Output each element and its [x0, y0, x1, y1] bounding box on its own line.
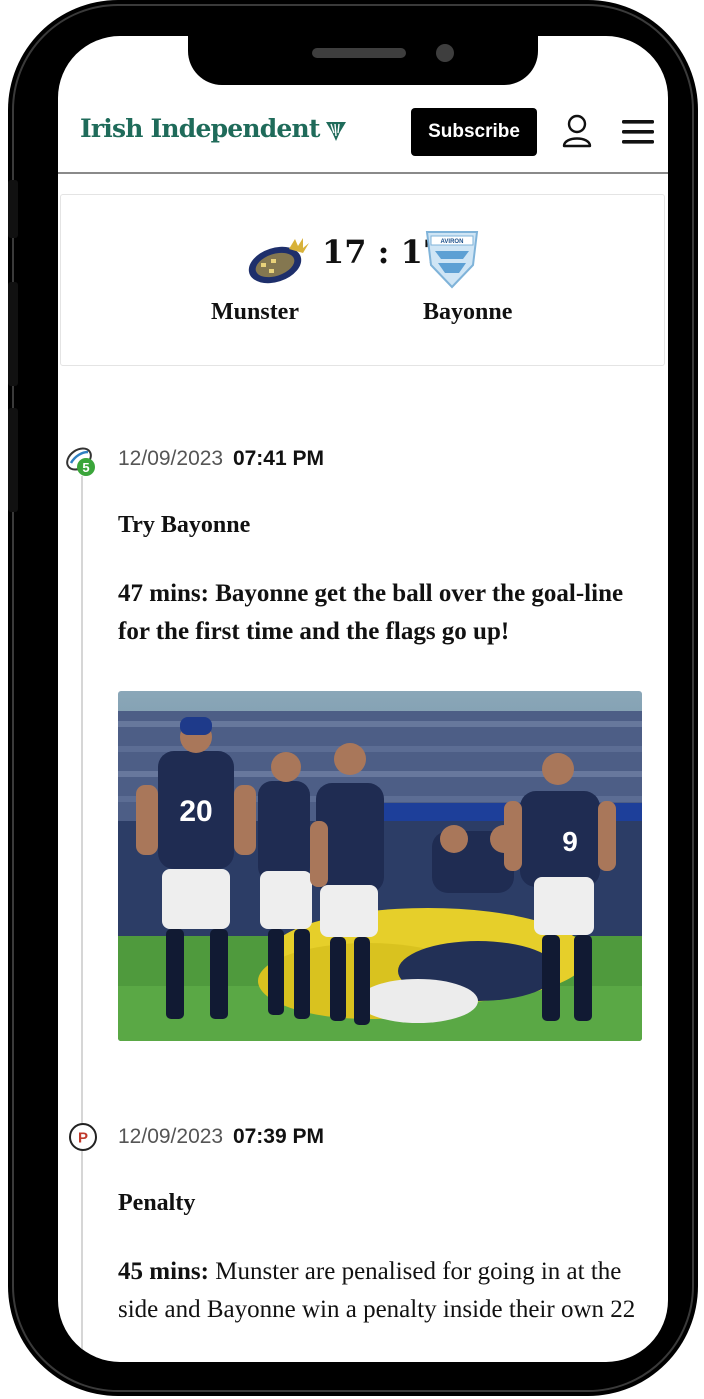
notch [188, 36, 538, 85]
speaker [312, 48, 406, 58]
match-scorecard[interactable]: 17 : 17 AVIRON Munster Bayonne [60, 194, 665, 366]
post-body: 47 mins: Bayonne get the ball over the g… [118, 580, 624, 645]
screen: Irish Independent Subscribe 17: 17 AVIR… [58, 36, 668, 1362]
try-badge-text: 5 [82, 460, 89, 475]
try-icon: 5 [66, 447, 95, 476]
post-meta: 12/09/2023 07:41 PM [118, 444, 648, 474]
post-time: 07:41 PM [232, 447, 324, 470]
timeline-line [81, 476, 83, 1362]
live-post-try: 12/09/2023 07:41 PM Try Bayonne 47 mins:… [118, 444, 648, 1041]
subscribe-button[interactable]: Subscribe [411, 108, 537, 156]
site-header: Irish Independent Subscribe [58, 98, 668, 174]
bayonne-logo-icon: AVIRON [425, 231, 479, 289]
home-team-name: Munster [211, 299, 299, 325]
match-photo[interactable]: 20 9 [118, 691, 642, 1041]
post-title: Penalty [118, 1190, 196, 1216]
post-meta: 12/09/2023 07:39 PM [118, 1122, 648, 1152]
post-title: Try Bayonne [118, 512, 251, 538]
post-time: 07:39 PM [232, 1125, 324, 1148]
phone-frame: Irish Independent Subscribe 17: 17 AVIR… [8, 0, 698, 1396]
mute-switch [8, 180, 18, 238]
post-body-lead: 45 mins: [118, 1258, 209, 1285]
volume-down-button [8, 408, 18, 512]
penalty-icon: P [69, 1123, 97, 1151]
harp-icon [325, 121, 346, 141]
post-body: 45 mins: Munster are penalised for going… [118, 1253, 648, 1329]
jersey-number-9: 9 [562, 826, 578, 857]
jersey-number-20: 20 [179, 795, 212, 828]
front-camera [436, 44, 454, 62]
account-icon[interactable] [561, 114, 593, 148]
away-team-name: Bayonne [423, 299, 513, 325]
live-post-penalty: 12/09/2023 07:39 PM Penalty 45 mins: Mun… [118, 1122, 648, 1329]
post-date: 12/09/2023 [118, 1125, 224, 1148]
volume-up-button [8, 282, 18, 386]
post-date: 12/09/2023 [118, 447, 224, 470]
munster-logo-icon [248, 238, 309, 284]
site-logo[interactable]: Irish Independent [80, 114, 348, 143]
bayonne-logo-text: AVIRON [441, 239, 464, 245]
logo-text: Irish Independent [80, 114, 320, 143]
hamburger-menu-icon[interactable] [621, 118, 655, 146]
penalty-badge-text: P [78, 1130, 88, 1147]
